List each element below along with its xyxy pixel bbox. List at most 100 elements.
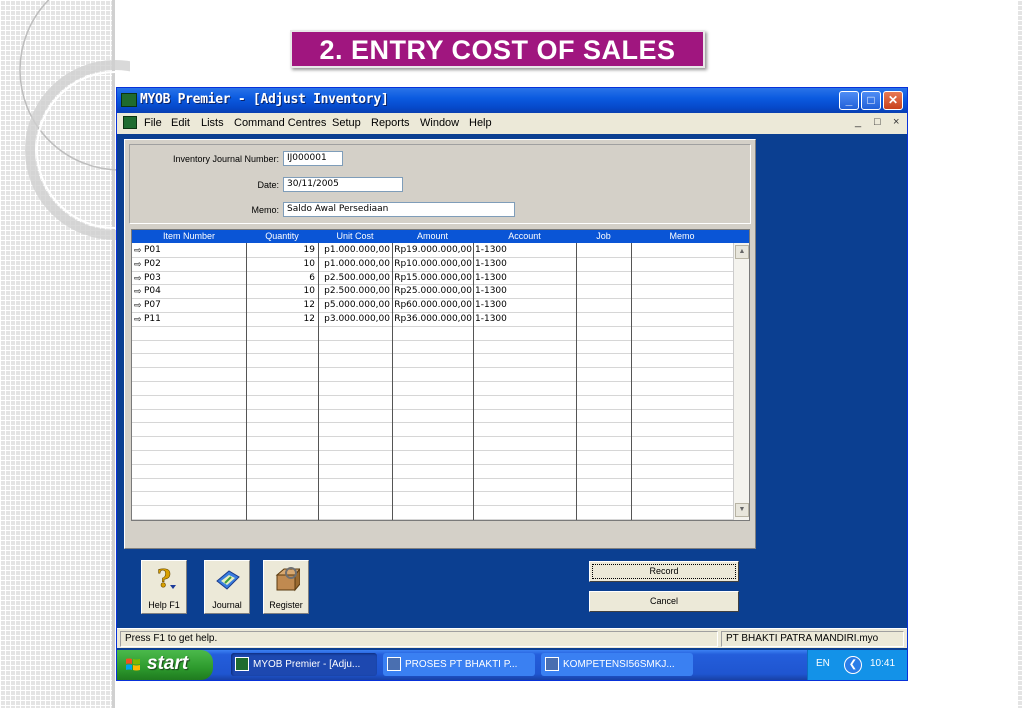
row-gridline (132, 491, 733, 493)
menu-file[interactable]: File (144, 117, 162, 129)
table-row[interactable]: ⇨ P04 10 p2.500.000,00 Rp25.000.000,00 1-1300 (132, 285, 733, 299)
menu-command-centres[interactable]: Command Centres (234, 117, 326, 129)
cell-qty[interactable]: 12 (248, 299, 315, 311)
cell-item[interactable]: P01 (144, 244, 254, 256)
cell-qty[interactable]: 10 (248, 258, 315, 270)
help-button[interactable]: ? Help F1 (141, 560, 187, 614)
journal-number-label: Inventory Journal Number: (172, 154, 279, 164)
arrow-right-icon[interactable]: ⇨ (134, 244, 142, 256)
arrow-right-icon[interactable]: ⇨ (134, 272, 142, 284)
cancel-button[interactable]: Cancel (589, 591, 739, 612)
cell-account[interactable]: 1-1300 (475, 285, 573, 297)
table-row[interactable]: ⇨ P03 6 p2.500.000,00 Rp15.000.000,00 1-1300 (132, 272, 733, 286)
language-indicator[interactable]: EN (816, 658, 830, 669)
date-field[interactable]: 30/11/2005 (283, 177, 403, 192)
start-button[interactable]: start (117, 650, 213, 680)
journal-number-field[interactable]: IJ000001 (283, 151, 343, 166)
column-memo[interactable]: Memo (631, 231, 733, 241)
cell-amount[interactable]: Rp36.000.000,00 (393, 313, 472, 325)
arrow-right-icon[interactable]: ⇨ (134, 313, 142, 325)
register-icon (275, 567, 300, 592)
table-scrollbar[interactable]: ▲ ▼ (733, 243, 749, 520)
table-row[interactable]: ⇨ P07 12 p5.000.000,00 Rp60.000.000,00 1-1300 (132, 299, 733, 313)
menu-window[interactable]: Window (420, 117, 459, 129)
record-button[interactable]: Record (589, 561, 739, 582)
cell-unit-cost[interactable]: p2.500.000,00 (320, 285, 390, 297)
cell-unit-cost[interactable]: p1.000.000,00 (320, 244, 390, 256)
cell-item[interactable]: P11 (144, 313, 254, 325)
table-row[interactable]: ⇨ P02 10 p1.000.000,00 Rp10.000.000,00 1-1300 (132, 258, 733, 272)
register-label: Register (269, 600, 303, 610)
cell-amount[interactable]: Rp19.000.000,00 (393, 244, 472, 256)
cell-amount[interactable]: Rp15.000.000,00 (393, 272, 472, 284)
register-button[interactable]: Register (263, 560, 309, 614)
menu-bar: File Edit Lists Command Centres Setup Re… (117, 113, 907, 134)
arrow-right-icon[interactable]: ⇨ (134, 258, 142, 270)
menu-lists[interactable]: Lists (201, 117, 224, 129)
scroll-down-icon[interactable]: ▼ (735, 503, 749, 517)
powerpoint-task-icon (387, 657, 401, 671)
taskbar: start MYOB Premier - [Adju... PROSES PT … (117, 650, 907, 680)
cell-account[interactable]: 1-1300 (475, 258, 573, 270)
column-job[interactable]: Job (576, 231, 631, 241)
column-unit-cost[interactable]: Unit Cost (318, 231, 392, 241)
row-gridline (132, 367, 733, 369)
cell-unit-cost[interactable]: p5.000.000,00 (320, 299, 390, 311)
arrow-right-icon[interactable]: ⇨ (134, 285, 142, 297)
clock: 10:41 (870, 658, 896, 669)
row-gridline (132, 353, 733, 355)
task-myob-label: MYOB Premier - [Adju... (253, 659, 361, 670)
row-gridline (132, 422, 733, 424)
cell-unit-cost[interactable]: p1.000.000,00 (320, 258, 390, 270)
cell-amount[interactable]: Rp10.000.000,00 (393, 258, 472, 270)
cell-qty[interactable]: 10 (248, 285, 315, 297)
column-divider (631, 243, 632, 520)
scroll-up-icon[interactable]: ▲ (735, 245, 749, 259)
maximize-button[interactable]: □ (861, 91, 881, 110)
column-item-number[interactable]: Item Number (132, 231, 246, 241)
task-myob[interactable]: MYOB Premier - [Adju... (231, 653, 377, 676)
document-icon[interactable] (123, 116, 137, 129)
mdi-minimize-button[interactable]: _ (855, 116, 861, 128)
column-quantity[interactable]: Quantity (246, 231, 318, 241)
cell-item[interactable]: P03 (144, 272, 254, 284)
windows-logo-icon (126, 658, 140, 671)
slide: 2. ENTRY COST OF SALES MYOB Premier - [A… (0, 0, 1023, 708)
column-account[interactable]: Account (473, 231, 576, 241)
status-help-text: Press F1 to get help. (120, 631, 718, 647)
table-row[interactable]: ⇨ P11 12 p3.000.000,00 Rp36.000.000,00 1-1300 (132, 313, 733, 327)
cell-item[interactable]: P07 (144, 299, 254, 311)
cell-qty[interactable]: 19 (248, 244, 315, 256)
arrow-right-icon[interactable]: ⇨ (134, 299, 142, 311)
tray-expand-icon[interactable]: ❮ (844, 656, 862, 674)
cell-account[interactable]: 1-1300 (475, 244, 573, 256)
column-divider (246, 243, 247, 520)
column-amount[interactable]: Amount (392, 231, 473, 241)
menu-help[interactable]: Help (469, 117, 492, 129)
cell-item[interactable]: P02 (144, 258, 254, 270)
menu-reports[interactable]: Reports (371, 117, 410, 129)
window-titlebar[interactable]: MYOB Premier - [Adjust Inventory] _ □ ✕ (117, 88, 907, 113)
memo-field[interactable]: Saldo Awal Persediaan (283, 202, 515, 217)
mdi-restore-button[interactable]: □ (874, 116, 881, 128)
cell-item[interactable]: P04 (144, 285, 254, 297)
cell-qty[interactable]: 12 (248, 313, 315, 325)
menu-edit[interactable]: Edit (171, 117, 190, 129)
cell-amount[interactable]: Rp25.000.000,00 (393, 285, 472, 297)
close-button[interactable]: ✕ (883, 91, 903, 110)
table-row[interactable]: ⇨ P01 19 p1.000.000,00 Rp19.000.000,00 1-1300 (132, 244, 733, 258)
cell-account[interactable]: 1-1300 (475, 272, 573, 284)
menu-setup[interactable]: Setup (332, 117, 361, 129)
cell-account[interactable]: 1-1300 (475, 313, 573, 325)
cell-amount[interactable]: Rp60.000.000,00 (393, 299, 472, 311)
table-body: ⇨ P01 19 p1.000.000,00 Rp19.000.000,00 1-1300… (132, 243, 733, 520)
minimize-button[interactable]: _ (839, 91, 859, 110)
task-kompetensi[interactable]: KOMPETENSI56SMKJ... (541, 653, 693, 676)
cell-unit-cost[interactable]: p2.500.000,00 (320, 272, 390, 284)
cell-unit-cost[interactable]: p3.000.000,00 (320, 313, 390, 325)
cell-account[interactable]: 1-1300 (475, 299, 573, 311)
mdi-close-button[interactable]: × (893, 116, 899, 128)
journal-button[interactable]: Journal (204, 560, 250, 614)
task-proses[interactable]: PROSES PT BHAKTI P... (383, 653, 535, 676)
cell-qty[interactable]: 6 (248, 272, 315, 284)
